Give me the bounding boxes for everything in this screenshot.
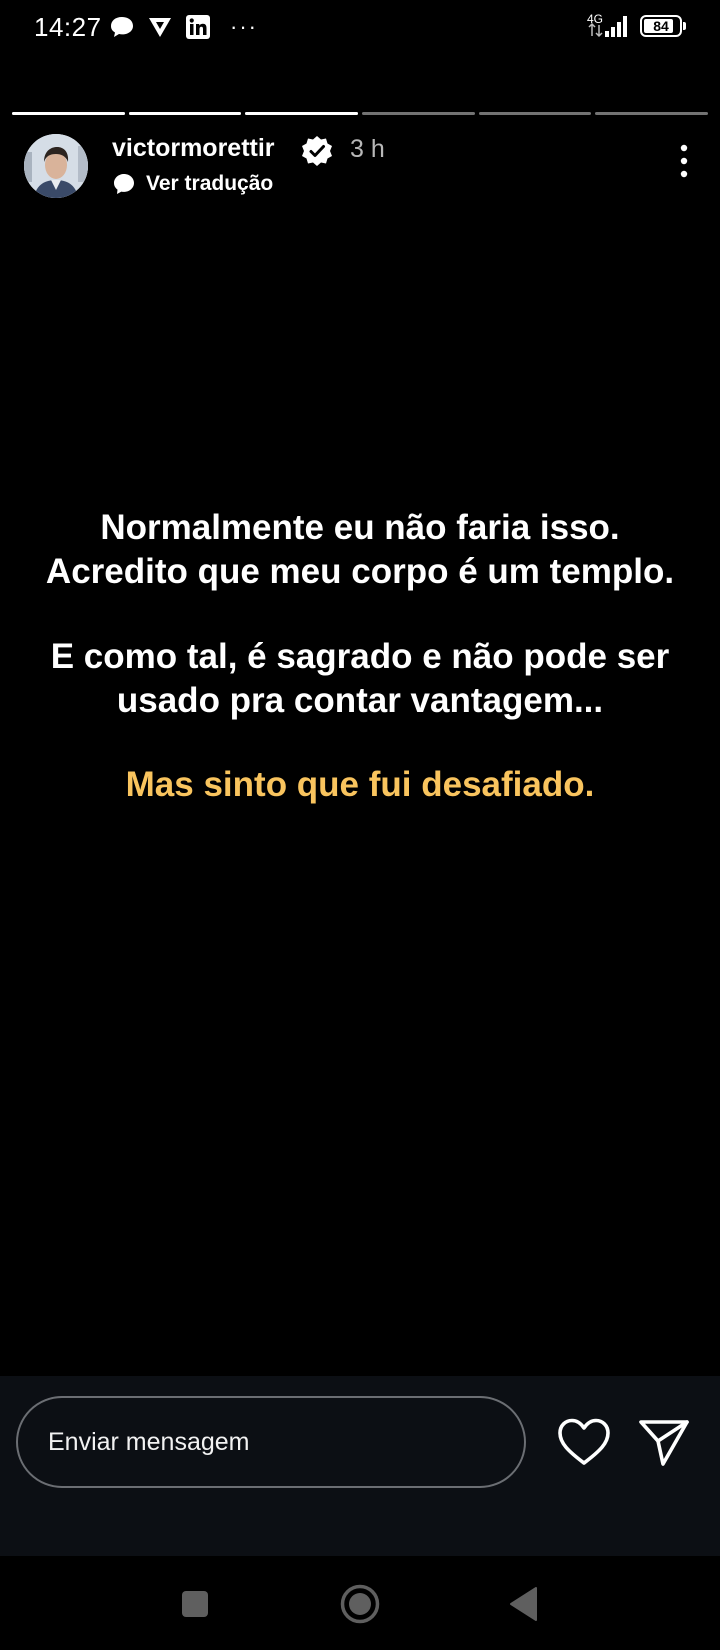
like-button[interactable] [556, 1416, 612, 1468]
progress-segment-fill [245, 112, 359, 115]
linkedin-icon [186, 15, 210, 39]
progress-segment [595, 112, 709, 115]
progress-segment-fill [128, 112, 242, 115]
signal-icon: 4G [587, 12, 627, 38]
message-input[interactable] [16, 1396, 526, 1488]
back-triangle-icon [510, 1587, 537, 1621]
home-circle-icon [340, 1584, 380, 1624]
verified-badge-icon [302, 136, 332, 166]
reply-bar [0, 1376, 720, 1556]
chat-bubble-icon [111, 17, 133, 37]
navigation-bar [0, 1556, 720, 1650]
system-indicators: 4G 84 [586, 12, 686, 40]
home-button[interactable] [338, 1582, 382, 1626]
story-text-line: Normalmente eu não faria isso. [100, 508, 620, 547]
send-icon [639, 1420, 689, 1466]
story-timestamp: 3 h [350, 135, 385, 163]
avatar[interactable] [24, 134, 88, 198]
notification-icons: ··· [108, 13, 258, 41]
network-type: 4G [587, 12, 603, 26]
progress-segment-fill [12, 112, 125, 115]
story-text-line: E como tal, é sagrado e não pode ser [50, 637, 670, 676]
progress-segment [12, 112, 125, 115]
battery-percent: 84 [653, 18, 669, 34]
recents-square-icon [182, 1591, 208, 1617]
translate-button[interactable]: Ver tradução [112, 172, 273, 196]
progress-segment [245, 112, 359, 115]
avatar-photo [24, 134, 88, 198]
story-text-line: Acredito que meu corpo é um templo. [45, 552, 675, 591]
username[interactable]: victormorettir [112, 134, 275, 163]
send-button[interactable] [636, 1414, 692, 1470]
story-text-highlight: Mas sinto que fui desafiado. [125, 765, 595, 804]
more-dots-icon: ··· [230, 14, 258, 39]
status-bar: 14:27 ··· 4G 84 [0, 0, 720, 56]
vpn-triangle-icon [149, 18, 171, 37]
story-text-line: usado pra contar vantagem... [116, 681, 604, 720]
heart-icon [558, 1418, 610, 1465]
progress-segment [128, 112, 242, 115]
recents-button[interactable] [173, 1582, 217, 1626]
progress-segment [362, 112, 475, 115]
battery-icon: 84 [640, 15, 686, 37]
status-time: 14:27 [34, 12, 102, 42]
speech-bubble-icon [114, 174, 134, 194]
story-progress-bar [12, 112, 709, 115]
translate-label: Ver tradução [146, 172, 274, 195]
story-viewer[interactable]: victormorettir 3 h Ver tradução Normalme… [0, 98, 720, 1376]
more-options-icon[interactable] [678, 144, 690, 178]
progress-segment [478, 112, 592, 115]
back-button[interactable] [503, 1582, 547, 1626]
